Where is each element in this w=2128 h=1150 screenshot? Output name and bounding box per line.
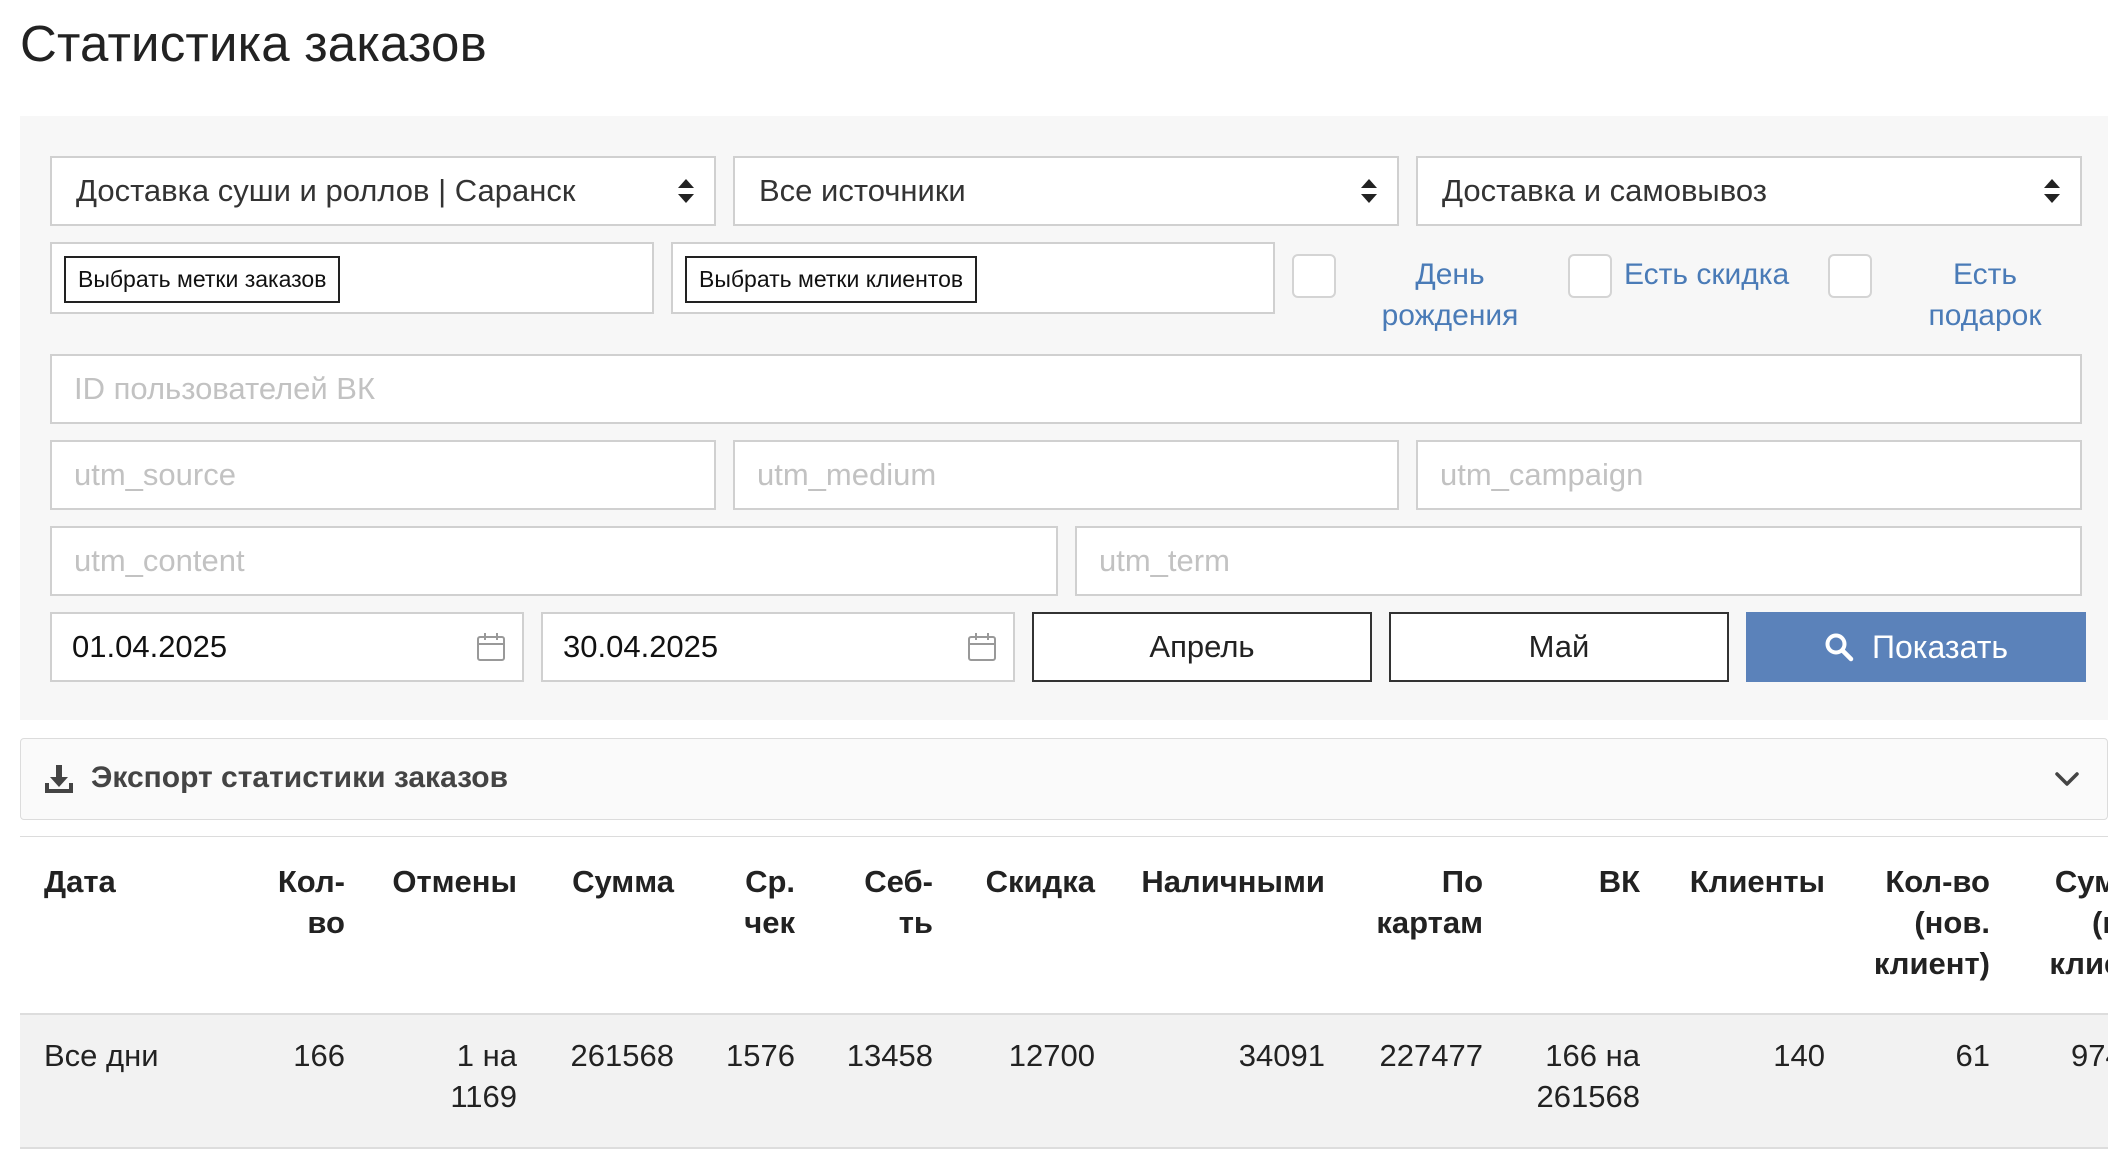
export-panel-header[interactable]: Экспорт статистики заказов (20, 738, 2108, 820)
delivery-select-value: Доставка и самовывоз (1442, 173, 1767, 208)
column-header-sum: Сумма (572, 864, 674, 899)
delivery-select[interactable]: Доставка и самовывоз (1416, 156, 2082, 226)
page-title: Статистика заказов (20, 15, 487, 72)
table-cell-new-sum: 9748 (2071, 1038, 2108, 1073)
calendar-icon[interactable] (476, 632, 506, 662)
select-arrows-icon (2044, 179, 2060, 203)
calendar-icon[interactable] (967, 632, 997, 662)
gift-checkbox[interactable] (1828, 254, 1872, 298)
stats-table-container: Дата Все дни Кол- во 166 Отмены 1 на 1169 Сумм… (20, 836, 2108, 1150)
utm-term-placeholder: utm_term (1099, 543, 1230, 578)
client-tags-button[interactable]: Выбрать метки клиентов (685, 256, 978, 303)
utm-content-placeholder: utm_content (74, 543, 245, 578)
date-to-input[interactable]: 30.04.2025 (541, 612, 1015, 682)
may-button[interactable]: Май (1389, 612, 1729, 682)
utm-campaign-placeholder: utm_campaign (1440, 457, 1644, 492)
table-cell-vk: 166 на 261568 (1536, 1038, 1640, 1114)
birthday-checkbox[interactable] (1292, 254, 1336, 298)
vk-ids-placeholder: ID пользователей ВК (74, 371, 376, 406)
date-from-input[interactable]: 01.04.2025 (50, 612, 524, 682)
table-cell-sum: 261568 (570, 1038, 674, 1073)
column-header-new-count: Кол-во (нов. клиент) (1873, 864, 1990, 981)
order-tags-field[interactable]: Выбрать метки заказов (50, 242, 654, 314)
show-button-label: Показать (1871, 628, 2009, 665)
table-cell-date: Все дни (44, 1038, 159, 1073)
column-header-vk: ВК (1598, 864, 1640, 899)
birthday-label[interactable]: День рождения (1350, 254, 1550, 336)
date-to-value: 30.04.2025 (563, 629, 719, 664)
table-cell-card: 227477 (1379, 1038, 1483, 1073)
table-cell-cost: 13458 (846, 1038, 933, 1073)
utm-term-input[interactable]: utm_term (1075, 526, 2082, 596)
column-header-card: По картам (1376, 864, 1483, 940)
column-header-cash: Наличными (1141, 864, 1325, 899)
table-cell-clients: 140 (1773, 1038, 1825, 1073)
order-tags-button[interactable]: Выбрать метки заказов (64, 256, 341, 303)
chevron-down-icon[interactable] (2053, 767, 2081, 791)
column-header-discount: Скидка (985, 864, 1095, 899)
discount-label[interactable]: Есть скидка (1624, 254, 1824, 295)
discount-checkbox[interactable] (1568, 254, 1612, 298)
client-tags-field[interactable]: Выбрать метки клиентов (671, 242, 1275, 314)
table-cell-discount: 12700 (1008, 1038, 1095, 1073)
shop-select[interactable]: Доставка суши и роллов | Саранск (50, 156, 716, 226)
table-cell-avg-check: 1576 (726, 1038, 795, 1073)
source-select-value: Все источники (759, 173, 966, 208)
select-arrows-icon (678, 179, 694, 203)
utm-medium-input[interactable]: utm_medium (733, 440, 1399, 510)
search-icon (1825, 633, 1854, 662)
table-cell-cash: 34091 (1238, 1038, 1325, 1073)
utm-source-placeholder: utm_source (74, 457, 236, 492)
select-arrows-icon (1361, 179, 1377, 203)
utm-campaign-input[interactable]: utm_campaign (1416, 440, 2082, 510)
date-from-value: 01.04.2025 (72, 629, 228, 664)
export-title: Экспорт статистики заказов (91, 761, 509, 794)
show-button[interactable]: Показать (1746, 612, 2086, 682)
utm-source-input[interactable]: utm_source (50, 440, 716, 510)
april-button[interactable]: Апрель (1032, 612, 1372, 682)
vk-ids-input[interactable]: ID пользователей ВК (50, 354, 2082, 424)
column-header-cost: Себ- ть (864, 864, 933, 940)
table-cell-count: 166 (293, 1038, 345, 1073)
column-header-avg-check: Ср. чек (744, 864, 795, 940)
filter-panel: Доставка суши и роллов | Саранск Все ист… (20, 116, 2108, 720)
column-header-clients: Клиенты (1689, 864, 1825, 899)
column-header-date: Дата (44, 864, 116, 899)
source-select[interactable]: Все источники (733, 156, 1399, 226)
utm-content-input[interactable]: utm_content (50, 526, 1058, 596)
download-icon (45, 765, 73, 793)
table-cell-cancels: 1 на 1169 (450, 1038, 517, 1114)
gift-label[interactable]: Есть подарок (1900, 254, 2070, 336)
column-header-count: Кол- во (277, 864, 345, 940)
column-header-cancels: Отмены (392, 864, 517, 899)
utm-medium-placeholder: utm_medium (757, 457, 937, 492)
table-cell-new-count: 61 (1955, 1038, 1990, 1073)
column-header-new-sum: Сумм (но клиен (2049, 864, 2108, 981)
shop-select-value: Доставка суши и роллов | Саранск (76, 173, 576, 208)
